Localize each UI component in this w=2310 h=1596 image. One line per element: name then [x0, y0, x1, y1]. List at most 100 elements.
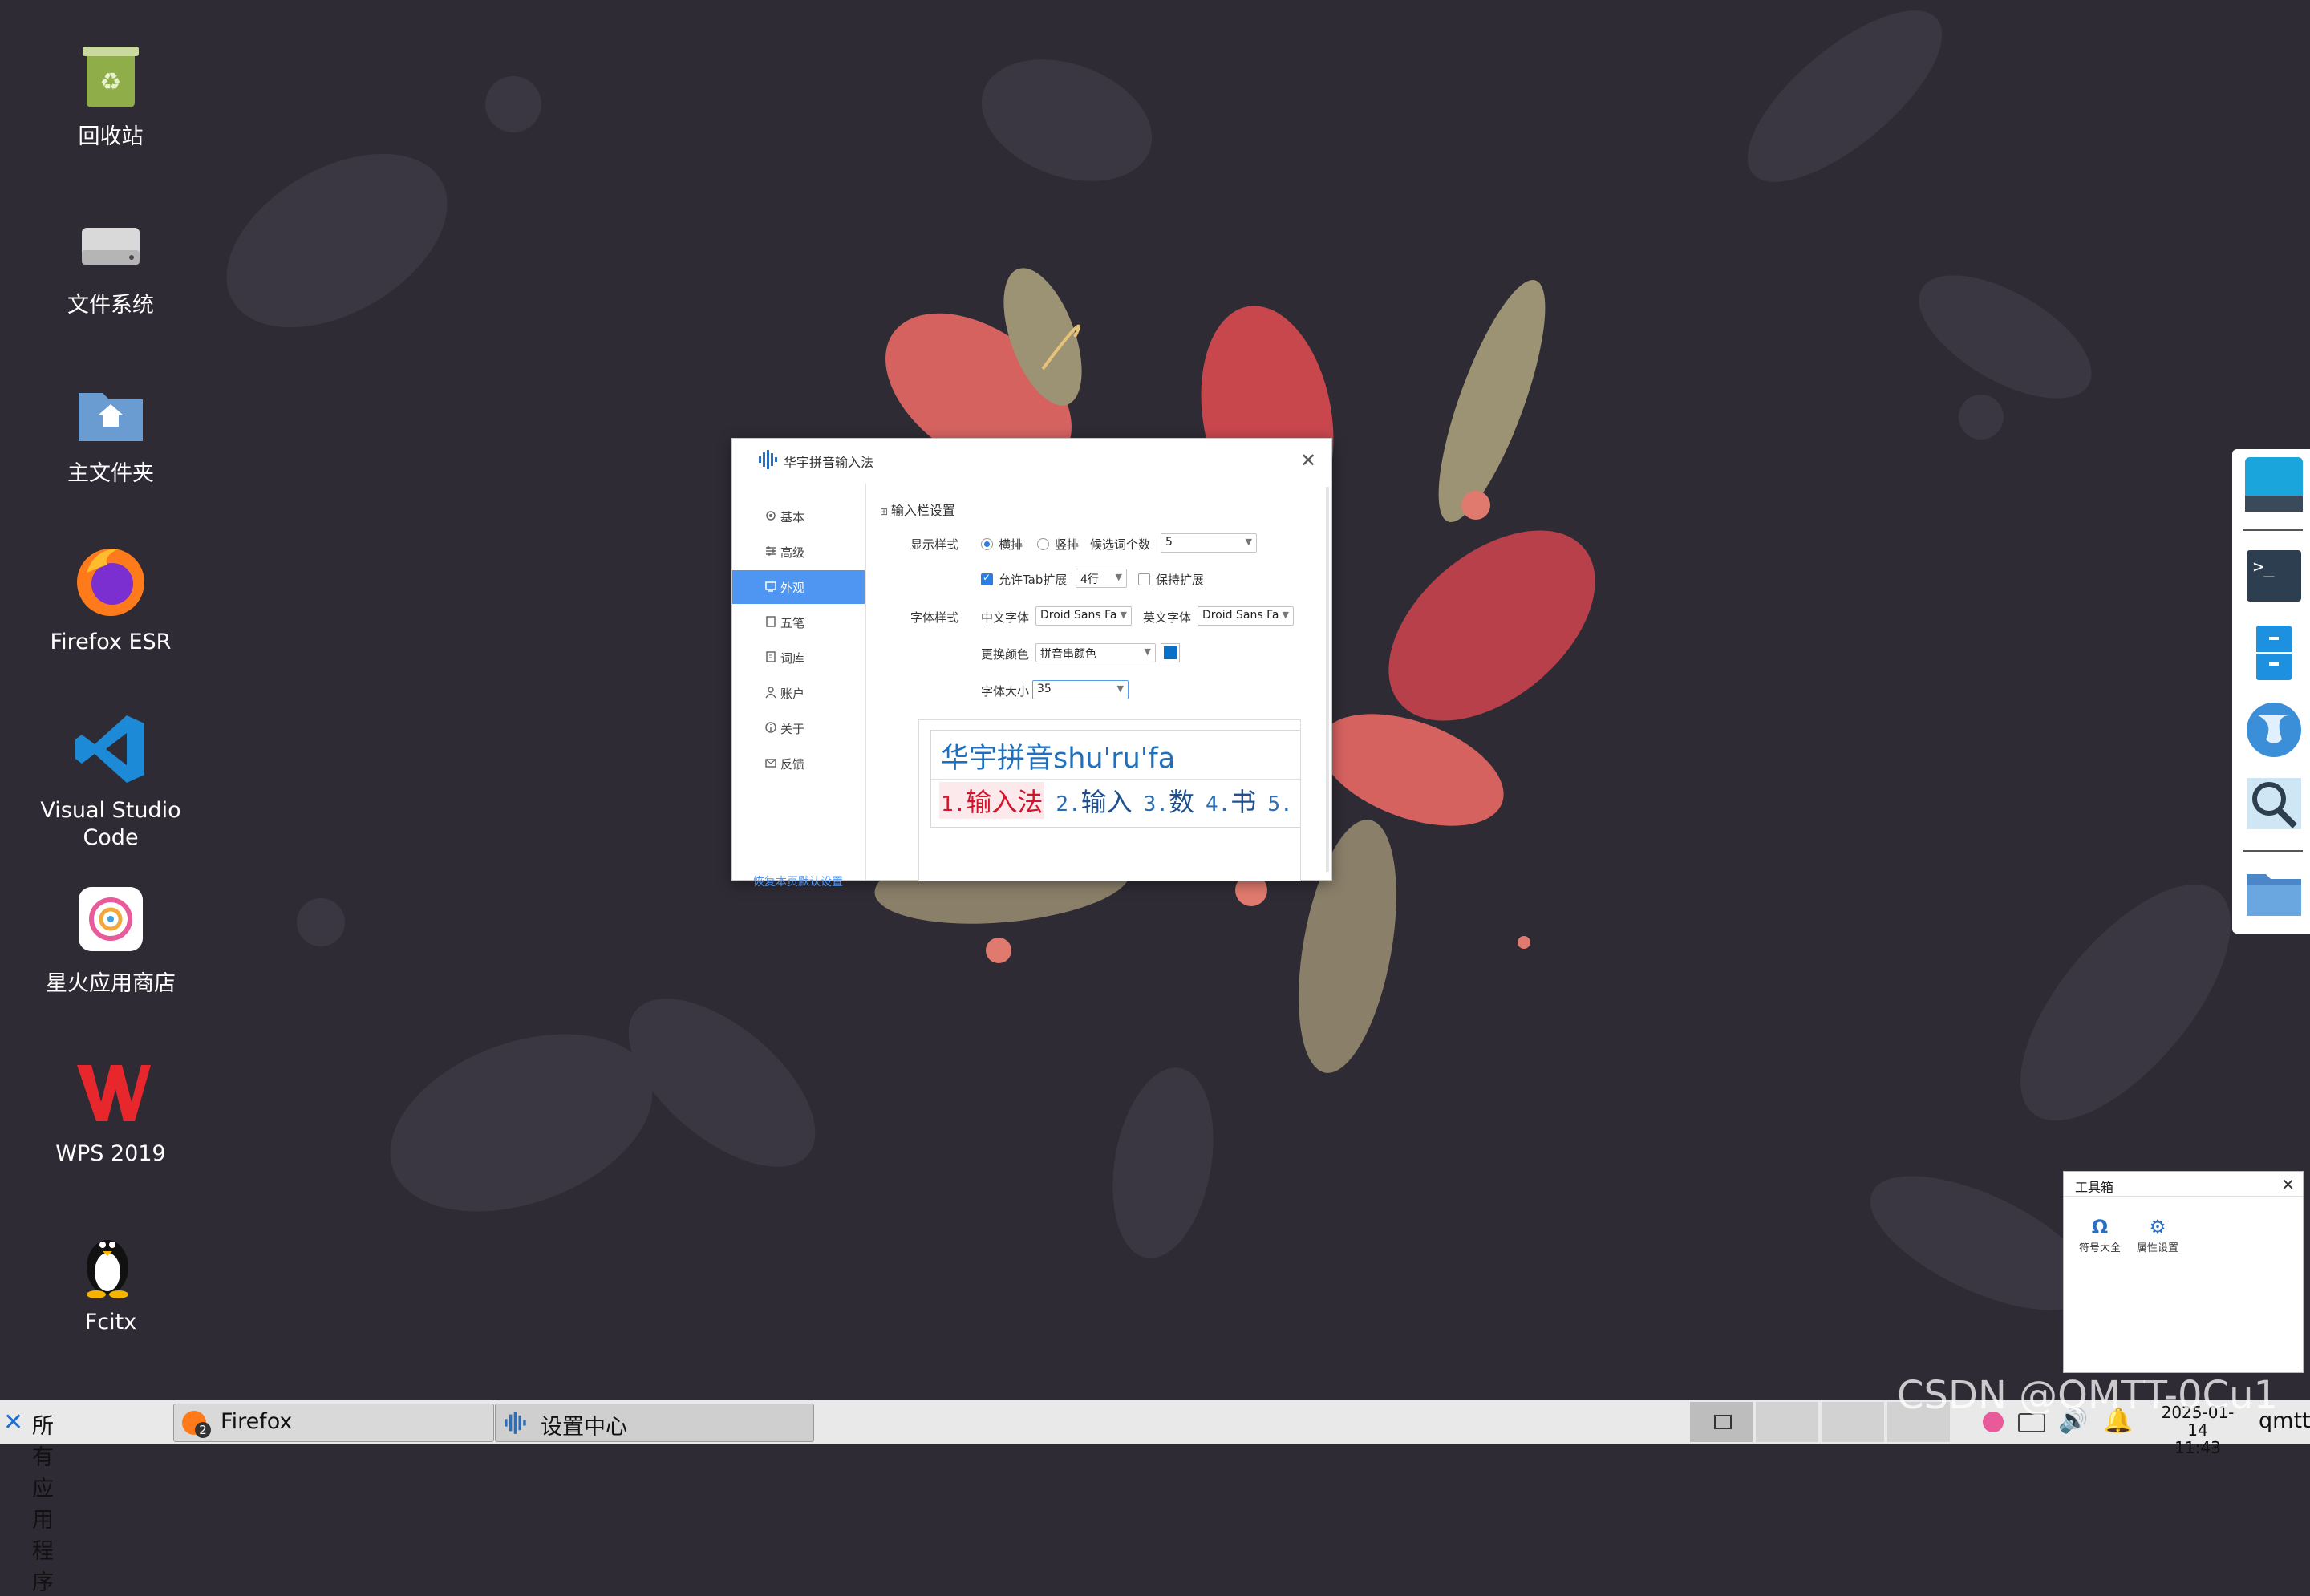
pen-icon [764, 615, 777, 628]
english-font-select[interactable]: Droid Sans Fa ▼ [1198, 606, 1294, 626]
sidebar-item-label: 反馈 [780, 757, 805, 772]
color-swatch-fill [1164, 646, 1177, 659]
candidate-count-value: 5 [1165, 536, 1173, 549]
tab-rows-select[interactable]: 4行 ▼ [1076, 569, 1127, 588]
font-size-input[interactable]: 35 ▼ [1032, 680, 1129, 699]
time-label: 11:43 [2174, 1438, 2221, 1457]
color-target-select[interactable]: 拼音串颜色 ▼ [1035, 643, 1156, 662]
ime-logo-icon [758, 450, 779, 469]
dock-item-folder[interactable] [2242, 863, 2306, 924]
sidebar-item-label: 账户 [780, 687, 805, 701]
dock-item-file-cabinet[interactable] [2242, 622, 2306, 683]
desktop-icon-label: 主文件夹 [67, 461, 154, 486]
svg-text:♻: ♻ [100, 68, 122, 96]
symbols-tool-button[interactable]: Ω 符号大全 [2072, 1215, 2128, 1254]
candidate-count-select[interactable]: 5 ▼ [1161, 533, 1257, 553]
desktop-icon-wps[interactable]: WPS 2019 [30, 1052, 191, 1168]
desktop-icon-firefox[interactable]: Firefox ESR [30, 541, 191, 656]
dock-separator [2243, 850, 2303, 852]
workspace-3[interactable] [1822, 1402, 1884, 1442]
toolbox-panel: 工具箱 ✕ Ω 符号大全 ⚙ 属性设置 [2063, 1171, 2304, 1373]
properties-tool-button[interactable]: ⚙ 属性设置 [2130, 1215, 2186, 1254]
horizontal-radio[interactable] [981, 538, 993, 550]
desktop-icon-label: Firefox ESR [50, 630, 172, 654]
tux-icon [71, 1221, 151, 1301]
desktop-icon-recycle-bin[interactable]: ♻ 回收站 [30, 35, 191, 151]
sidebar-item-label: 外观 [780, 581, 805, 595]
allow-tab-expand-label: 允许Tab扩展 [999, 573, 1068, 587]
sidebar-item-appearance[interactable]: 外观 [732, 570, 865, 604]
task-button-settings[interactable]: 设置中心 [495, 1404, 814, 1442]
sidebar-item-about[interactable]: 关于 [732, 711, 865, 745]
chinese-font-select[interactable]: Droid Sans Fa ▼ [1035, 606, 1132, 626]
desktop-icon-app-store[interactable]: 星火应用商店 [30, 882, 191, 998]
gear-icon [764, 509, 777, 522]
sidebar-item-dictionary[interactable]: 词库 [732, 641, 865, 674]
dock-item-globe[interactable] [2242, 699, 2306, 760]
sidebar-item-label: 基本 [780, 510, 805, 525]
section-title: ⊞ 输入栏设置 [880, 503, 955, 518]
desktop-icon-home-folder[interactable]: 主文件夹 [30, 372, 191, 488]
chevron-down-icon: ▼ [1282, 610, 1289, 620]
scrollbar[interactable] [1326, 487, 1329, 872]
task-button-firefox[interactable]: 2 Firefox [173, 1404, 494, 1442]
app-menu-label: 所有应用程序 [32, 1414, 54, 1595]
vertical-radio[interactable] [1037, 538, 1049, 550]
dock-item-terminal[interactable]: >_ [2242, 545, 2306, 606]
svg-text:>_: >_ [2253, 557, 2275, 577]
dock-item-browser[interactable] [2242, 454, 2306, 515]
task-label: Firefox [221, 1409, 293, 1434]
sidebar-item-label: 五笔 [780, 616, 805, 630]
vertical-label: 竖排 [1055, 537, 1080, 552]
dock-separator [2243, 529, 2303, 531]
vscode-icon [71, 709, 151, 789]
xfce-logo-icon: ✕ [3, 1408, 24, 1436]
task-label: 设置中心 [541, 1415, 627, 1440]
workspace-1[interactable] [1690, 1402, 1753, 1442]
firefox-icon [71, 541, 151, 621]
ime-logo-icon [504, 1411, 528, 1440]
sidebar-item-label: 关于 [780, 722, 805, 736]
toolbox-close-button[interactable]: ✕ [2281, 1175, 2295, 1194]
desktop-icon-label: 回收站 [78, 124, 144, 149]
file-cabinet-icon [2242, 626, 2306, 687]
candidate-item: 4.书 [1205, 787, 1257, 817]
sidebar-item-basic[interactable]: 基本 [732, 500, 865, 533]
reset-defaults-link[interactable]: 恢复本页默认设置 [753, 873, 843, 889]
palette-icon [764, 580, 777, 593]
window-icon [1714, 1415, 1732, 1429]
desktop-icon-file-system[interactable]: 文件系统 [30, 204, 191, 319]
candidate-item: 3.数 [1143, 787, 1194, 817]
gear-icon: ⚙ [2149, 1216, 2166, 1238]
desktop-icon-label: 星火应用商店 [46, 971, 176, 996]
chinese-font-label: 中文字体 [981, 610, 1030, 625]
keep-expand-checkbox[interactable] [1138, 573, 1150, 585]
preview-divider [931, 779, 1300, 780]
font-size-label: 字体大小 [981, 684, 1030, 699]
sidebar-item-wubi[interactable]: 五笔 [732, 606, 865, 639]
chevron-down-icon: ▼ [1245, 537, 1252, 547]
mail-icon [764, 756, 777, 769]
sidebar-item-account[interactable]: 账户 [732, 676, 865, 710]
book-icon [764, 650, 777, 663]
desktop-icon-vscode[interactable]: Visual Studio Code [30, 709, 191, 852]
desktop-icon-label: 文件系统 [67, 293, 154, 318]
section-icon: ⊞ [880, 506, 891, 517]
desktop-icon-label: Visual Studio Code [40, 798, 181, 850]
home-folder-icon [71, 372, 151, 452]
display-style-label: 显示样式 [910, 537, 959, 552]
sidebar-item-advanced[interactable]: 高级 [732, 535, 865, 569]
tab-rows-value: 4行 [1080, 573, 1099, 586]
candidate-window-preview: 华宇拼音shu'ru'fa 1.输入法 2.输入 3.数 4.书 5. [930, 730, 1300, 828]
dock-item-search[interactable] [2242, 773, 2306, 834]
color-swatch-button[interactable] [1161, 643, 1180, 662]
desktop-icon-fcitx[interactable]: Fcitx [30, 1221, 191, 1336]
close-button[interactable]: ✕ [1296, 448, 1320, 472]
dialog-titlebar[interactable]: 华宇拼音输入法 ✕ [732, 439, 1331, 484]
workspace-2[interactable] [1756, 1402, 1818, 1442]
sidebar-item-label: 高级 [780, 545, 805, 560]
allow-tab-expand-checkbox[interactable] [981, 572, 993, 585]
omega-icon: Ω [2091, 1216, 2109, 1238]
sidebar-item-feedback[interactable]: 反馈 [732, 747, 865, 780]
ime-settings-dialog: 华宇拼音输入法 ✕ 基本 高级 外观 五笔 词库 账户 关于 反馈 恢复本页默认… [732, 438, 1332, 889]
